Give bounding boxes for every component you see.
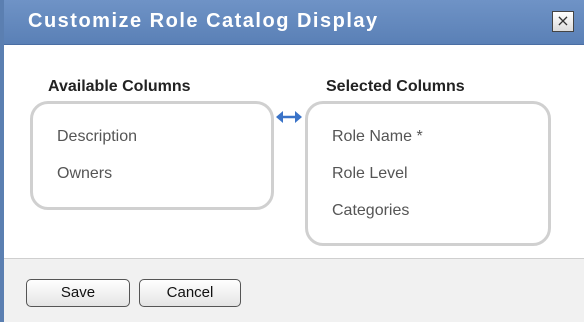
selected-columns-list[interactable]: Role Name * Role Level Categories (305, 101, 551, 246)
list-item-role-name[interactable]: Role Name * (332, 128, 423, 146)
dialog-title: Customize Role Catalog Display (28, 10, 379, 32)
dialog-title-bar[interactable]: Customize Role Catalog Display × (4, 0, 584, 45)
customize-dialog: Customize Role Catalog Display × Availab… (0, 0, 584, 322)
selected-columns-heading: Selected Columns (326, 78, 465, 95)
list-item-role-level[interactable]: Role Level (332, 165, 408, 183)
save-button[interactable]: Save (26, 279, 130, 307)
list-item-description[interactable]: Description (57, 128, 137, 146)
cancel-button[interactable]: Cancel (139, 279, 241, 307)
close-button[interactable]: × (552, 11, 574, 32)
dialog-footer: Save Cancel (4, 258, 584, 322)
available-columns-list[interactable]: Description Owners (30, 101, 274, 210)
close-icon: × (556, 11, 570, 30)
double-arrow-icon[interactable] (275, 107, 303, 127)
available-columns-heading: Available Columns (48, 78, 191, 95)
list-item-categories[interactable]: Categories (332, 202, 409, 220)
list-item-owners[interactable]: Owners (57, 165, 112, 183)
